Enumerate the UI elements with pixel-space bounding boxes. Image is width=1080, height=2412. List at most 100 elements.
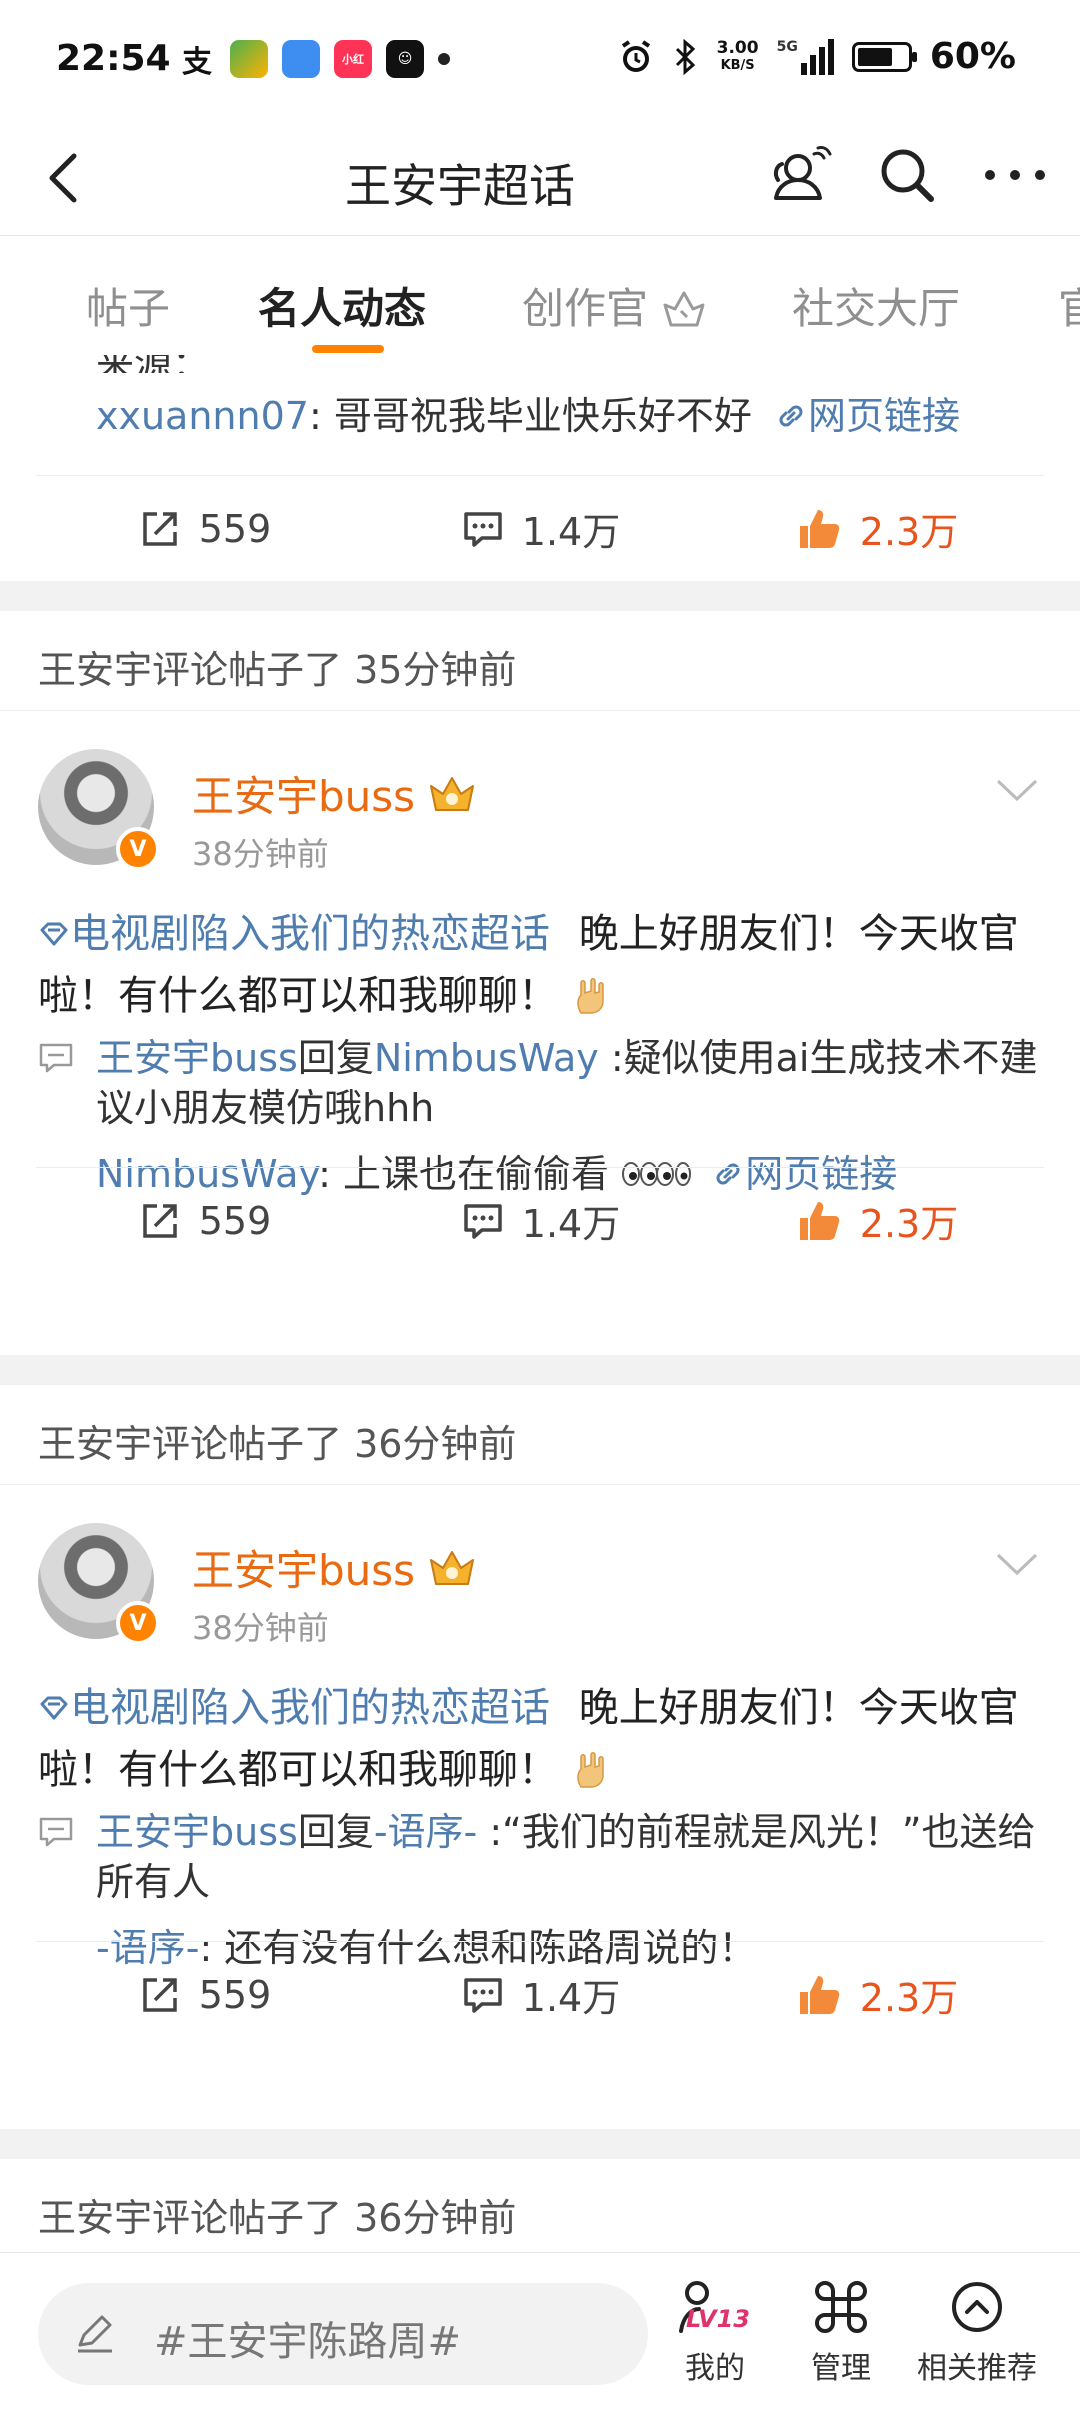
comment-bubble-icon <box>39 1817 73 1847</box>
chevron-down-icon[interactable] <box>992 775 1042 805</box>
like-button[interactable]: 2.3万 <box>708 476 1044 581</box>
post-content: 电视剧陷入我们的热恋超话 晚上好朋友们！今天收官啦！有什么都可以和我聊聊！ <box>38 1677 1050 1801</box>
post-card[interactable]: V 王安宇buss 38分钟前 电视剧陷入我们的热恋超话 晚上好朋友们！今天收官… <box>0 1485 1080 1970</box>
activity-header: 王安宇评论帖子了 36分钟前 <box>0 2159 1080 2259</box>
crown-badge-icon <box>430 776 475 811</box>
share-button[interactable]: 559 <box>36 1168 372 1273</box>
manage-label: 管理 <box>811 2351 871 2386</box>
my-label: 我的 <box>685 2351 745 2386</box>
topic-link[interactable]: 电视剧陷入我们的热恋超话 <box>38 911 550 957</box>
network-speed-value: 3.00 <box>716 37 759 58</box>
my-button[interactable]: LV13 我的 <box>650 2275 780 2387</box>
top-nav-bar: 王安宇超话 <box>0 120 1080 236</box>
tab-posts[interactable]: 帖子 <box>86 275 170 336</box>
post-content: 电视剧陷入我们的热恋超话 晚上好朋友们！今天收官啦！有什么都可以和我聊聊！ <box>38 903 1050 1027</box>
comment-button[interactable]: 1.4万 <box>372 1942 708 2047</box>
comment-icon <box>464 1977 502 2013</box>
author[interactable]: 王安宇buss <box>192 1537 479 1598</box>
chevron-down-icon[interactable] <box>992 1549 1042 1579</box>
battery-percent: 60% <box>929 36 1016 77</box>
topic-text: 电视剧陷入我们的热恋超话 <box>70 1685 550 1731</box>
web-link[interactable]: 网页链接 <box>774 394 960 438</box>
bottom-bar: #王安宇陈路周# LV13 我的 管理 相关推荐 <box>0 2252 1080 2412</box>
post-card[interactable]: V 王安宇buss 38分钟前 电视剧陷入我们的热恋超话 晚上好朋友们！今天收官… <box>0 711 1080 1196</box>
compose-input[interactable]: #王安宇陈路周# <box>38 2283 648 2385</box>
activity-header: 王安宇评论帖子了 35分钟前 <box>0 611 1080 711</box>
search-icon <box>881 149 934 202</box>
reply-from-user[interactable]: 王安宇buss <box>96 1810 298 1854</box>
diamond-topic-icon <box>40 922 68 946</box>
author-name: 王安宇buss <box>192 1546 416 1595</box>
comment-icon <box>464 511 502 547</box>
like-count: 2.3万 <box>859 1976 959 2020</box>
reply-body: 王安宇buss回复NimbusWay :疑似使用ai生成技术不建议小朋友模仿哦h… <box>38 1033 1040 1133</box>
reply-from-user[interactable]: 王安宇buss <box>96 1036 298 1080</box>
activity-header-text: 王安宇评论帖子了 36分钟前 <box>38 1422 517 1466</box>
alarm-icon <box>621 39 650 72</box>
compose-placeholder: #王安宇陈路周# <box>154 2319 462 2365</box>
share-button[interactable]: 559 <box>36 1942 372 2047</box>
manage-button[interactable]: 管理 <box>776 2275 906 2387</box>
share-icon <box>142 511 177 546</box>
share-count: 559 <box>198 1198 272 1243</box>
reply-text: : 哥哥祝我毕业快乐好不好 <box>308 394 752 438</box>
comment-count: 1.4万 <box>521 510 621 554</box>
group-chat-icon <box>773 146 832 200</box>
comment-count: 1.4万 <box>521 1202 621 1246</box>
rock-hand-emoji-icon <box>576 978 604 1014</box>
active-tab-indicator <box>312 345 384 353</box>
activity-header-text: 王安宇评论帖子了 35分钟前 <box>38 648 517 692</box>
diamond-topic-icon <box>40 1696 68 1720</box>
author-name: 王安宇buss <box>192 772 416 821</box>
tab-bar: 帖子 名人动态 创作官 社交大厅 官 <box>0 237 1080 355</box>
topic-text: 电视剧陷入我们的热恋超话 <box>70 911 550 957</box>
tab-social-hall[interactable]: 社交大厅 <box>792 275 960 336</box>
tab-creator[interactable]: 创作官 <box>522 275 707 336</box>
activity-header: 王安宇评论帖子了 36分钟前 <box>0 1385 1080 1485</box>
post-actions: 559 1.4万 2.3万 <box>36 475 1044 581</box>
avatar[interactable]: V <box>38 1523 160 1645</box>
more-notifications-dot <box>438 53 450 65</box>
red-app-icon: 小红 <box>334 40 372 78</box>
comment-button[interactable]: 1.4万 <box>372 476 708 581</box>
group-chat-button[interactable] <box>764 140 834 210</box>
avatar[interactable]: V <box>38 749 160 871</box>
feed-divider <box>0 581 1080 611</box>
comment-button[interactable]: 1.4万 <box>372 1168 708 1273</box>
alipay-icon: 支 <box>182 45 212 80</box>
topic-link[interactable]: 电视剧陷入我们的热恋超话 <box>38 1685 550 1731</box>
tab-celebrity-updates[interactable]: 名人动态 <box>258 275 426 336</box>
clock: 22:54 <box>56 38 171 79</box>
rock-hand-emoji-icon <box>576 1752 604 1788</box>
post-actions: 559 1.4万 2.3万 <box>36 1167 1044 1273</box>
circle-up-icon <box>952 2282 1002 2332</box>
like-button[interactable]: 2.3万 <box>708 1168 1044 1273</box>
thumbs-up-icon <box>799 509 840 548</box>
share-count: 559 <box>198 506 272 551</box>
share-button[interactable]: 559 <box>36 476 372 581</box>
web-link-text: 网页链接 <box>807 394 960 438</box>
author[interactable]: 王安宇buss <box>192 763 479 824</box>
post-time: 38分钟前 <box>192 835 329 873</box>
comment-bubble-icon <box>39 1043 73 1073</box>
reply-to-user[interactable]: -语序- <box>374 1810 477 1854</box>
activity-header-text: 王安宇评论帖子了 36分钟前 <box>38 2196 517 2240</box>
network-speed-unit: KB/S <box>720 57 755 73</box>
creator-badge-icon <box>663 291 705 327</box>
like-button[interactable]: 2.3万 <box>708 1942 1044 2047</box>
thumbs-up-icon <box>799 1201 840 1240</box>
bluetooth-icon <box>675 38 695 75</box>
thumbs-up-icon <box>799 1975 840 2014</box>
notification-icons: 支 小红 ☺ <box>178 40 450 80</box>
crown-badge-icon <box>430 1550 475 1585</box>
weather-app-icon <box>282 40 320 78</box>
related-recommend-button[interactable]: 相关推荐 <box>912 2275 1042 2387</box>
more-button[interactable] <box>980 140 1050 210</box>
tab-official[interactable]: 官 <box>1058 275 1080 336</box>
reply-user-link[interactable]: xxuannn07 <box>96 394 309 438</box>
reply-to-user[interactable]: NimbusWay <box>374 1036 599 1080</box>
game-app-icon <box>230 40 268 78</box>
reply-verb: 回复 <box>297 1810 374 1854</box>
network-speed: 3.00 KB/S <box>716 37 759 74</box>
search-button[interactable] <box>872 140 942 210</box>
